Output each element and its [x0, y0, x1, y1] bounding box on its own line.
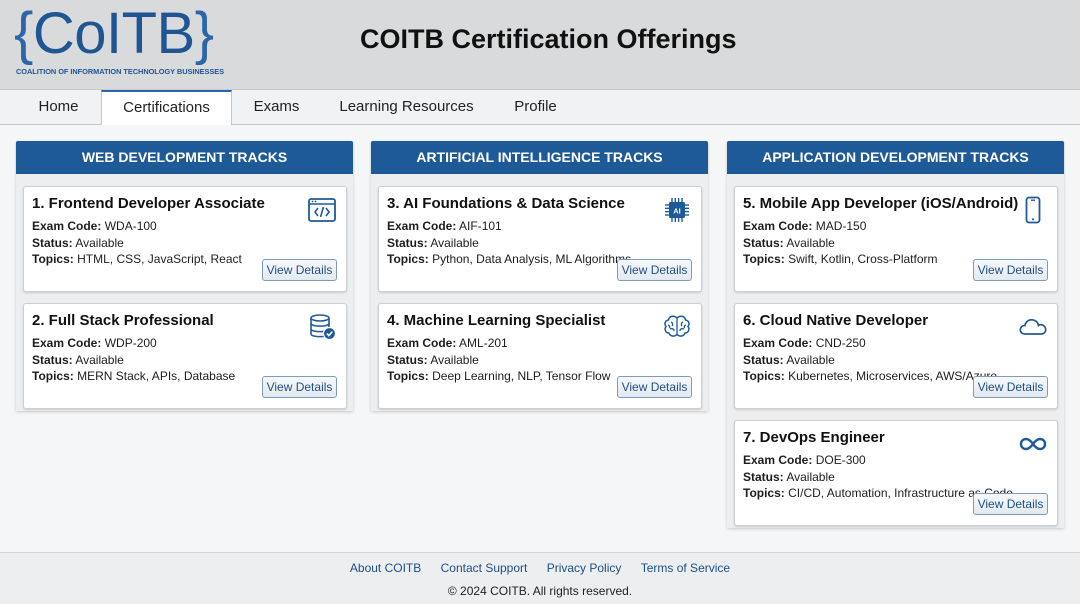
- cert-card: 3. AI Foundations & Data Science Exam Co…: [378, 186, 702, 292]
- view-details-button[interactable]: View Details: [262, 376, 337, 398]
- logo-name: CoITB: [32, 1, 195, 66]
- topics-label: Topics:: [743, 252, 785, 266]
- view-details-button[interactable]: View Details: [973, 259, 1048, 281]
- topics-value: MERN Stack, APIs, Database: [77, 369, 236, 383]
- status-label: Status:: [743, 469, 784, 484]
- cert-title: 6. Cloud Native Developer: [743, 312, 929, 329]
- topics-label: Topics:: [743, 486, 785, 500]
- code-window-icon: [307, 196, 337, 224]
- exam-code-label: Exam Code:: [387, 336, 457, 350]
- brain-icon: [662, 313, 692, 341]
- exam-code-value: DOE-300: [815, 453, 866, 467]
- status-value: Available: [75, 352, 124, 367]
- cert-card: 6. Cloud Native Developer Exam Code: CND…: [734, 303, 1058, 409]
- track-header: ARTIFICIAL INTELLIGENCE TRACKS: [371, 141, 708, 174]
- view-details-button[interactable]: View Details: [973, 376, 1048, 398]
- logo-open-brace: {: [14, 1, 33, 66]
- page-footer: About COITB Contact Support Privacy Poli…: [0, 552, 1080, 604]
- topics-label: Topics:: [743, 369, 785, 383]
- coitb-logo[interactable]: {CoITB} COALITION OF INFORMATION TECHNOL…: [14, 2, 225, 77]
- status-label: Status:: [387, 235, 428, 250]
- exam-code-value: WDP-200: [104, 336, 157, 350]
- cert-title: 3. AI Foundations & Data Science: [387, 195, 625, 212]
- infinity-icon: [1018, 430, 1048, 458]
- logo-subtitle: COALITION OF INFORMATION TECHNOLOGY BUSI…: [16, 67, 225, 76]
- status-label: Status:: [387, 352, 428, 367]
- logo-close-brace: }: [194, 1, 214, 66]
- cert-title: 5. Mobile App Developer (iOS/Android): [743, 195, 1019, 212]
- footer-link-contact-support[interactable]: Contact Support: [441, 561, 528, 575]
- status-value: Available: [786, 352, 835, 367]
- status-value: Available: [786, 469, 835, 484]
- ai-chip-label: AI: [673, 207, 681, 216]
- cloud-icon: [1018, 313, 1048, 341]
- footer-link-about[interactable]: About COITB: [350, 561, 421, 575]
- cert-title: 7. DevOps Engineer: [743, 429, 885, 446]
- nav-tab-profile[interactable]: Profile: [492, 90, 579, 124]
- cert-card: 7. DevOps Engineer Exam Code: DOE-300 St…: [734, 420, 1058, 526]
- track-header: APPLICATION DEVELOPMENT TRACKS: [727, 141, 1064, 174]
- exam-code-label: Exam Code:: [743, 219, 813, 233]
- exam-code-value: AML-201: [459, 336, 508, 350]
- footer-copyright: © 2024 COITB. All rights reserved.: [447, 584, 633, 598]
- page-title: COITB Certification Offerings: [360, 24, 737, 54]
- track-column-web: WEB DEVELOPMENT TRACKS 1. Frontend Devel…: [16, 141, 353, 411]
- topics-label: Topics:: [387, 252, 429, 266]
- cert-title: 4. Machine Learning Specialist: [387, 312, 606, 329]
- top-header: {CoITB} COALITION OF INFORMATION TECHNOL…: [0, 0, 1080, 89]
- nav-tab-exams[interactable]: Exams: [232, 90, 321, 124]
- exam-code-label: Exam Code:: [743, 453, 813, 467]
- exam-code-value: WDA-100: [104, 219, 157, 233]
- status-label: Status:: [743, 352, 784, 367]
- view-details-button[interactable]: View Details: [617, 376, 692, 398]
- exam-code-value: MAD-150: [815, 219, 867, 233]
- topics-label: Topics:: [32, 369, 74, 383]
- cert-card: 1. Frontend Developer Associate Exam Cod…: [23, 186, 347, 292]
- exam-code-label: Exam Code:: [387, 219, 457, 233]
- view-details-button[interactable]: View Details: [973, 493, 1048, 515]
- exam-code-value: CND-250: [815, 336, 866, 350]
- database-check-icon: [307, 313, 337, 341]
- status-value: Available: [430, 235, 479, 250]
- ai-chip-icon: AI: [662, 196, 692, 224]
- cert-card: 2. Full Stack Professional Exam Code: WD…: [23, 303, 347, 409]
- track-column-app-dev: APPLICATION DEVELOPMENT TRACKS 5. Mobile…: [727, 141, 1064, 528]
- nav-tab-certifications[interactable]: Certifications: [101, 90, 232, 125]
- nav-tab-home[interactable]: Home: [16, 90, 101, 124]
- cert-card: 4. Machine Learning Specialist Exam Code…: [378, 303, 702, 409]
- main-nav: Home Certifications Exams Learning Resou…: [0, 89, 1080, 125]
- view-details-button[interactable]: View Details: [262, 259, 337, 281]
- status-value: Available: [786, 235, 835, 250]
- topics-label: Topics:: [387, 369, 429, 383]
- view-details-button[interactable]: View Details: [617, 259, 692, 281]
- exam-code-label: Exam Code:: [32, 336, 102, 350]
- logo-wordmark: {CoITB}: [14, 2, 224, 66]
- footer-link-terms-of-service[interactable]: Terms of Service: [641, 561, 730, 575]
- cert-card: 5. Mobile App Developer (iOS/Android) Ex…: [734, 186, 1058, 292]
- exam-code-label: Exam Code:: [743, 336, 813, 350]
- exam-code-value: AIF-101: [459, 219, 502, 233]
- cert-title: 2. Full Stack Professional: [32, 312, 214, 329]
- status-label: Status:: [32, 235, 73, 250]
- status-label: Status:: [743, 235, 784, 250]
- exam-code-label: Exam Code:: [32, 219, 102, 233]
- topics-value: Swift, Kotlin, Cross-Platform: [788, 252, 938, 266]
- status-value: Available: [75, 235, 124, 250]
- nav-tab-learning-resources[interactable]: Learning Resources: [321, 90, 492, 124]
- footer-link-privacy-policy[interactable]: Privacy Policy: [547, 561, 622, 575]
- topics-value: Kubernetes, Microservices, AWS/Azure: [788, 369, 998, 383]
- smartphone-icon: [1018, 196, 1048, 224]
- footer-links: About COITB Contact Support Privacy Poli…: [0, 561, 1080, 575]
- topics-value: Python, Data Analysis, ML Algorithms: [432, 252, 632, 266]
- status-value: Available: [430, 352, 479, 367]
- track-column-ai: ARTIFICIAL INTELLIGENCE TRACKS 3. AI Fou…: [371, 141, 708, 411]
- status-label: Status:: [32, 352, 73, 367]
- cert-title: 1. Frontend Developer Associate: [32, 195, 265, 212]
- topics-value: Deep Learning, NLP, Tensor Flow: [432, 369, 611, 383]
- topics-value: HTML, CSS, JavaScript, React: [77, 252, 242, 266]
- topics-label: Topics:: [32, 252, 74, 266]
- track-header: WEB DEVELOPMENT TRACKS: [16, 141, 353, 174]
